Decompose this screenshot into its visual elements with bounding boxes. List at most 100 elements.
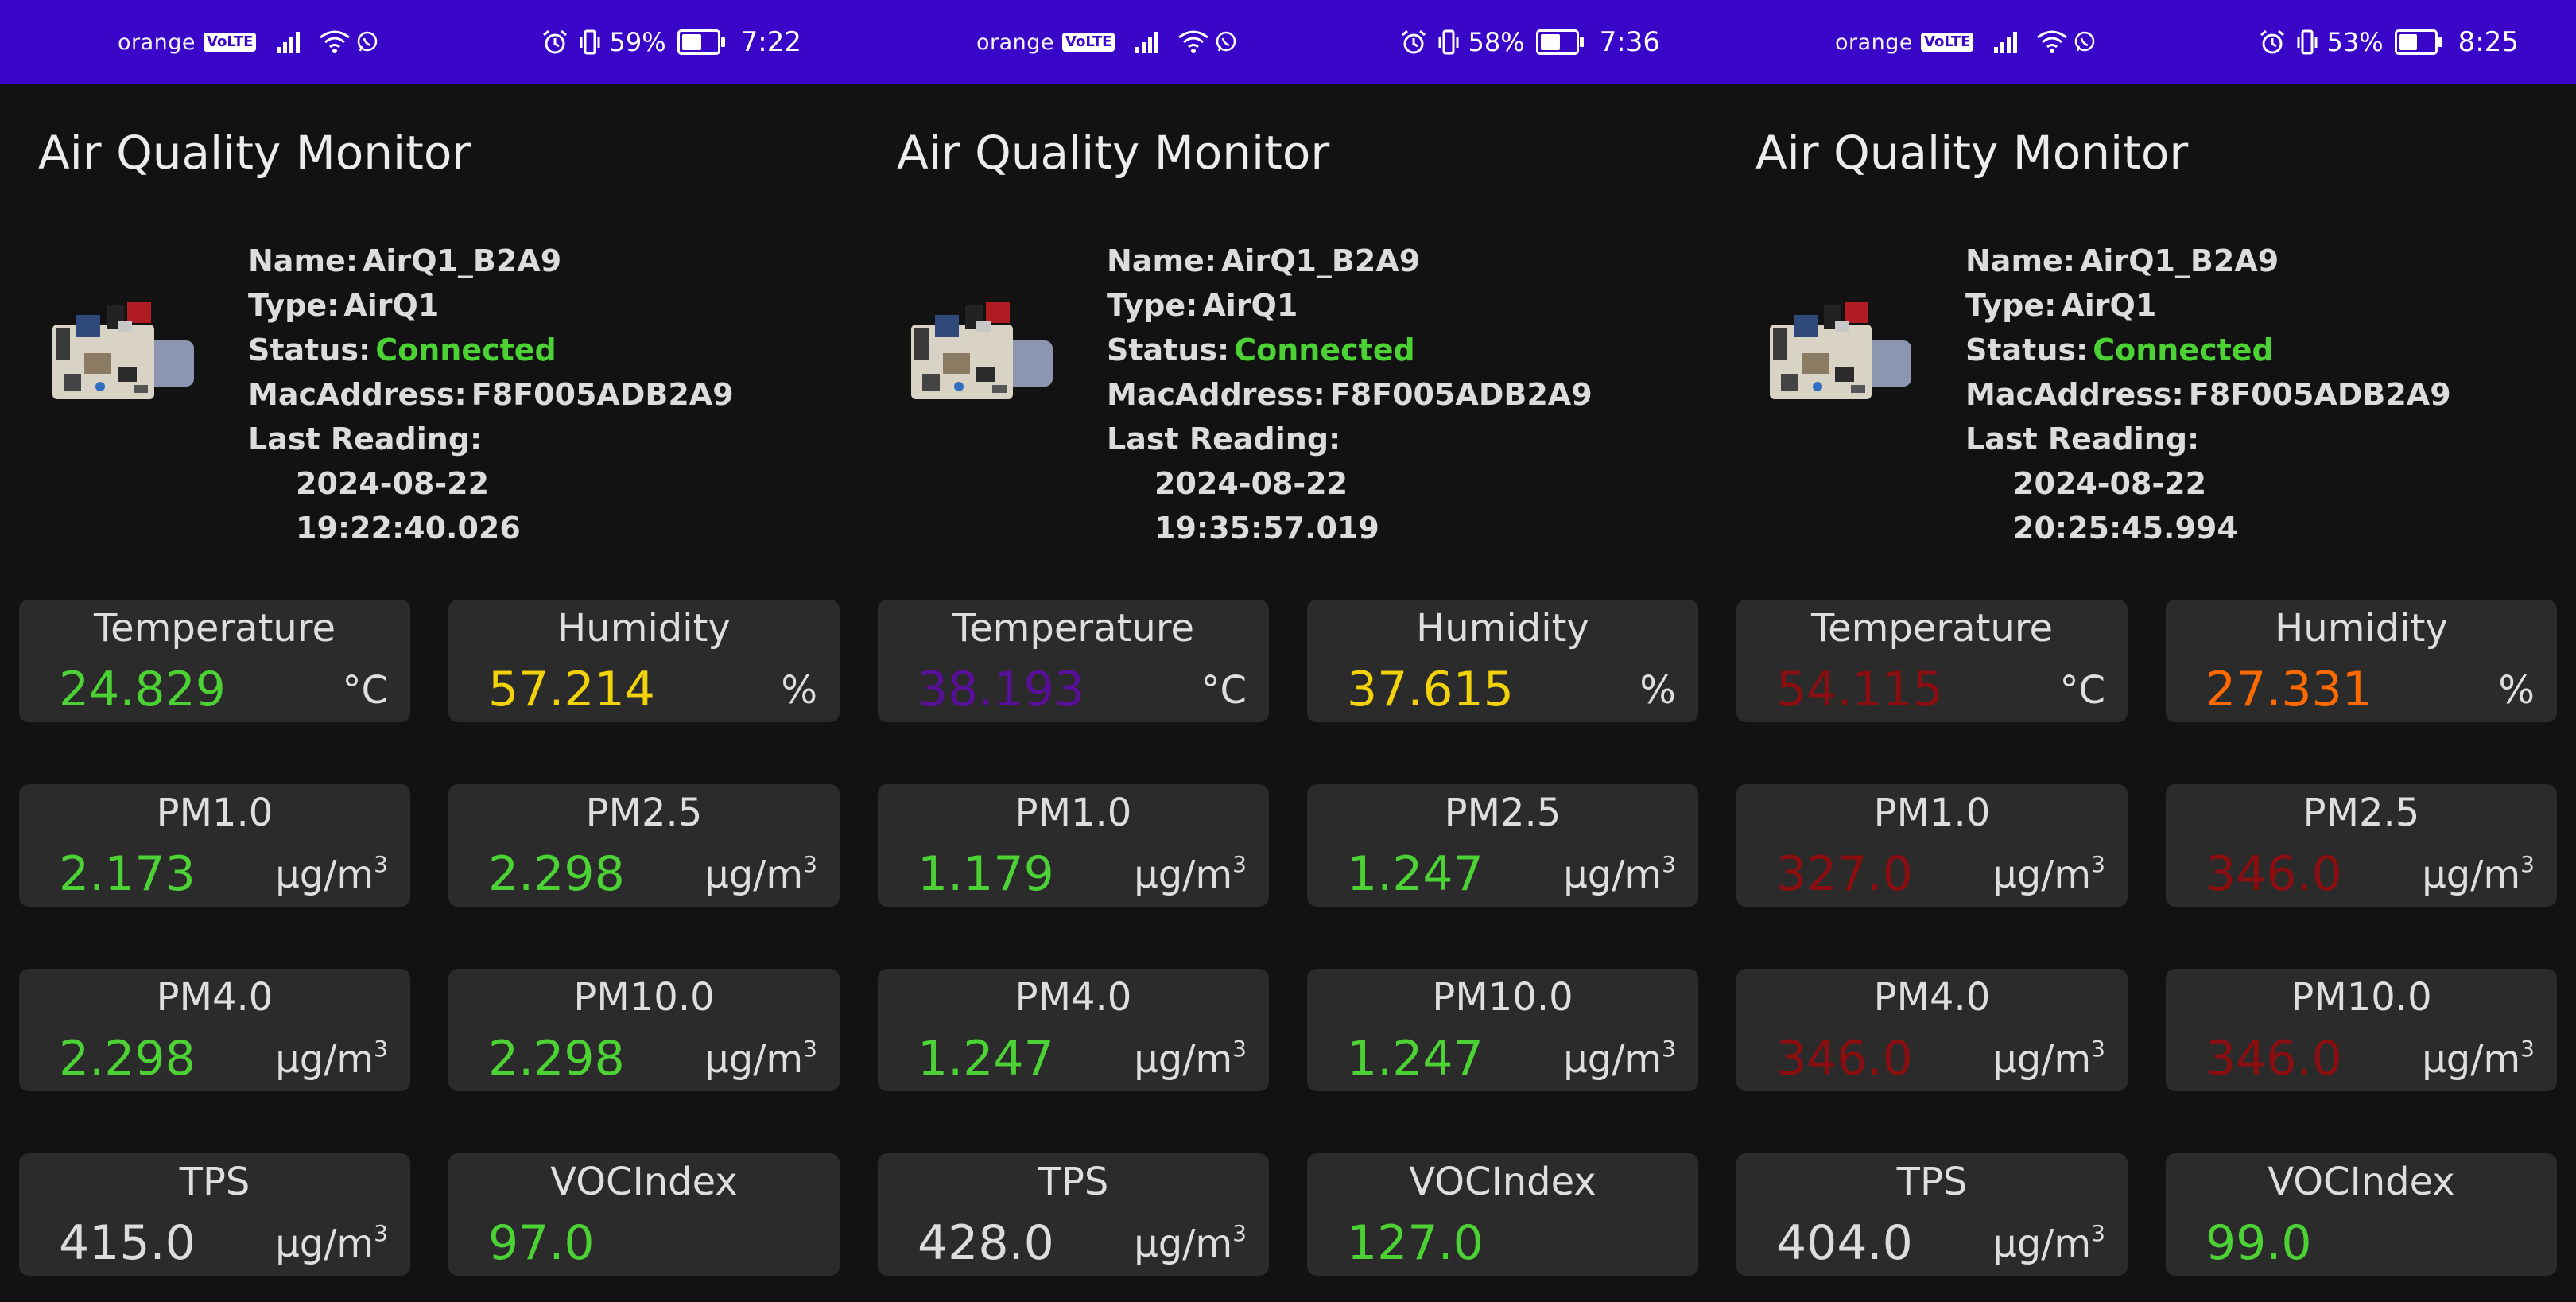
sensor-label: Humidity [2275,606,2448,651]
device-info: Name: AirQ1_B2A9 Type: AirQ1 Status: Connec… [1107,239,1593,550]
sensor-card-vocindex: VOCIndex 127.0 [1307,1153,1698,1276]
last-reading-label: Last Reading: [1965,422,2200,457]
device-info: Name: AirQ1_B2A9 Type: AirQ1 Status: Connec… [1965,239,2451,550]
alarm-icon [542,29,567,54]
sensor-label: VOCIndex [550,1160,738,1204]
connection-status: Connected [2093,332,2274,367]
phone-screen-2: orange VoLTE 58% 7:36 Air Quality Monito… [859,0,1717,1302]
alarm-icon [2260,29,2284,54]
sensor-value: 97.0 [488,1215,595,1271]
sensor-card-tps: TPS 428.0 μg/m3 [878,1153,1269,1276]
wifi-icon [2037,30,2068,53]
sensor-value: 1.247 [1347,846,1484,902]
mac-address: F8F005ADB2A9 [2188,377,2451,412]
sensor-unit: μg/m3 [2422,1036,2535,1082]
sensor-card-pm2-5: PM2.5 2.298 μg/m3 [448,784,840,907]
mac-label: MacAddress: [1107,377,1325,412]
sensor-label: PM1.0 [1014,791,1132,835]
volte-badge: VoLTE [1062,33,1115,52]
signal-icon [277,31,301,53]
status-label: Status: [1107,332,1230,367]
sensor-unit: μg/m3 [1134,851,1247,897]
sensor-value: 2.298 [488,846,625,902]
sensor-card-pm10-0: PM10.0 346.0 μg/m3 [2166,969,2557,1091]
sensor-unit: °C [342,668,388,713]
sensor-label: PM10.0 [2291,975,2432,1020]
sensor-card-pm1-0: PM1.0 2.173 μg/m3 [19,784,410,907]
sensor-card-pm4-0: PM4.0 2.298 μg/m3 [19,969,410,1091]
carrier-name: orange [118,29,196,55]
battery-percent: 53% [2326,27,2384,57]
volte-badge: VoLTE [204,33,257,52]
sensor-unit: °C [2059,668,2105,713]
last-reading-label: Last Reading: [248,422,483,457]
device-type: AirQ1 [343,288,440,323]
device-type: AirQ1 [1202,288,1298,323]
sensor-value: 428.0 [918,1215,1054,1271]
sensor-label: PM4.0 [1014,975,1132,1020]
sensor-value: 1.179 [918,846,1054,902]
signal-icon [1135,31,1159,53]
status-time: 7:36 [1599,26,1660,58]
sensor-unit: μg/m3 [1992,1220,2105,1266]
page-title: Air Quality Monitor [1755,126,2189,180]
device-name: AirQ1_B2A9 [363,243,562,278]
name-label: Name: [1965,243,2076,278]
last-reading-time: 20:25:45.994 [2013,511,2238,546]
last-reading-date: 2024-08-22 [1154,466,1348,501]
status-time: 8:25 [2458,26,2519,58]
device-type: AirQ1 [2061,288,2157,323]
last-reading-date: 2024-08-22 [2013,466,2207,501]
sensor-label: Temperature [93,606,336,651]
sensor-unit: μg/m3 [2422,851,2535,897]
sensor-value: 2.173 [59,846,196,902]
sensor-card-tps: TPS 415.0 μg/m3 [19,1153,410,1276]
sensor-label: Humidity [557,606,731,651]
connection-status: Connected [1234,332,1415,367]
battery-percent: 58% [1468,27,1525,57]
sensor-label: PM4.0 [156,975,274,1020]
sensor-unit: μg/m3 [275,851,388,897]
mac-label: MacAddress: [248,377,467,412]
last-reading-time: 19:35:57.019 [1154,511,1379,546]
sensor-card-vocindex: VOCIndex 99.0 [2166,1153,2557,1276]
sensor-value: 2.298 [59,1031,196,1086]
sensor-label: TPS [1038,1160,1109,1204]
sensor-label: VOCIndex [2268,1160,2455,1204]
phone-screen-3: orange VoLTE 53% 8:25 Air Quality Monito… [1717,0,2576,1302]
whatsapp-icon [358,31,378,52]
battery-icon [2394,29,2442,55]
last-reading-time: 19:22:40.026 [296,511,521,546]
sensor-label: PM2.5 [1444,791,1562,835]
sensor-unit: μg/m3 [1992,1036,2105,1082]
sensor-label: VOCIndex [1409,1160,1596,1204]
alarm-icon [1401,29,1426,54]
battery-percent: 59% [609,27,666,57]
sensor-unit: μg/m3 [1134,1220,1247,1266]
sensor-card-pm4-0: PM4.0 346.0 μg/m3 [1736,969,2128,1091]
device-board-image [52,302,194,399]
sensor-unit: μg/m3 [704,1036,817,1082]
sensor-label: Temperature [952,606,1195,651]
sensor-unit: % [1639,668,1676,713]
sensor-value: 1.247 [1347,1031,1484,1086]
sensor-value: 38.193 [918,662,1084,717]
sensor-label: PM1.0 [1873,791,1991,835]
status-label: Status: [1965,332,2089,367]
mac-address: F8F005ADB2A9 [1329,377,1593,412]
connection-status: Connected [375,332,557,367]
status-bar: orange VoLTE [859,0,1717,84]
sensor-label: PM10.0 [573,975,715,1020]
wifi-icon [320,30,351,53]
sensor-unit: °C [1201,668,1247,713]
sensor-value: 346.0 [1776,1031,1913,1086]
sensor-unit: μg/m3 [1992,851,2105,897]
sensor-card-pm10-0: PM10.0 2.298 μg/m3 [448,969,840,1091]
sensor-value: 37.615 [1347,662,1514,717]
sensor-value: 27.331 [2206,662,2372,717]
sensor-card-temperature: Temperature 54.115 °C [1736,600,2128,722]
status-label: Status: [248,332,371,367]
sensor-card-pm10-0: PM10.0 1.247 μg/m3 [1307,969,1698,1091]
device-board-image [911,302,1053,399]
sensor-value: 346.0 [2206,1031,2342,1086]
